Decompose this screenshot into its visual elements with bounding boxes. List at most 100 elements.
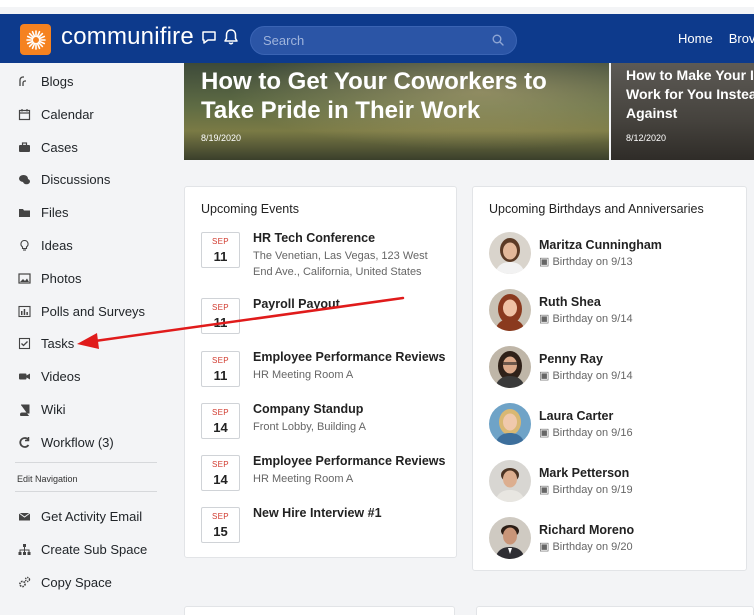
bell-icon[interactable]: [222, 28, 240, 46]
avatar[interactable]: [489, 289, 531, 331]
event-title[interactable]: Employee Performance Reviews: [253, 350, 445, 364]
event-title[interactable]: Company Standup: [253, 402, 363, 416]
avatar[interactable]: [489, 346, 531, 388]
birthday-item[interactable]: Ruth Shea ▣ Birthday on 9/14: [489, 289, 739, 331]
birthday-detail: ▣ Birthday on 9/16: [539, 426, 633, 439]
sidebar-item-label: Files: [41, 204, 69, 220]
top-navigation-bar: communifire Home Brov: [0, 14, 754, 63]
video-camera-icon: [17, 369, 31, 383]
birthday-date: Birthday on 9/13: [552, 256, 633, 268]
person-name[interactable]: Maritza Cunningham: [539, 238, 662, 252]
sidebar-item-polls[interactable]: Polls and Surveys: [17, 301, 145, 321]
sidebar-action-create-sub-space[interactable]: Create Sub Space: [17, 539, 147, 559]
event-location: HR Meeting Room A: [253, 473, 354, 485]
featured-article-title[interactable]: How to Make Your Intranet Work for You I…: [626, 66, 754, 123]
event-date-badge: SEP 11: [201, 351, 240, 387]
sidebar-item-label: Videos: [41, 368, 81, 384]
event-title[interactable]: HR Tech Conference: [253, 231, 375, 245]
birthday-detail: ▣ Birthday on 9/20: [539, 540, 633, 553]
avatar[interactable]: [489, 403, 531, 445]
featured-article-banner-2[interactable]: How to Make Your Intranet Work for You I…: [611, 63, 754, 160]
birthday-item[interactable]: Mark Petterson ▣ Birthday on 9/19: [489, 460, 739, 502]
birthday-detail: ▣ Birthday on 9/19: [539, 483, 633, 496]
birthday-item[interactable]: Penny Ray ▣ Birthday on 9/14: [489, 346, 739, 388]
book-icon: [17, 402, 31, 416]
sidebar-item-photos[interactable]: Photos: [17, 268, 81, 288]
briefcase-icon: [17, 140, 31, 154]
person-name[interactable]: Mark Petterson: [539, 466, 629, 480]
gift-icon: ▣: [539, 541, 553, 553]
event-month: SEP: [212, 237, 229, 246]
avatar[interactable]: [489, 460, 531, 502]
event-title[interactable]: Payroll Payout: [253, 297, 340, 311]
gift-icon: ▣: [539, 313, 553, 325]
birthday-item[interactable]: Richard Moreno ▣ Birthday on 9/20: [489, 517, 739, 559]
event-date-badge: SEP 11: [201, 232, 240, 268]
birthday-date: Birthday on 9/16: [552, 427, 633, 439]
top-nav-links: Home Brov: [678, 31, 754, 46]
birthday-date: Birthday on 9/14: [552, 313, 633, 325]
birthday-item[interactable]: Maritza Cunningham ▣ Birthday on 9/13: [489, 232, 739, 274]
sunburst-logo-mark: [25, 29, 46, 50]
card-title: Upcoming Birthdays and Anniversaries: [489, 202, 704, 216]
divider: [15, 462, 157, 463]
sidebar-item-label: Photos: [41, 270, 82, 286]
sidebar-item-label: Get Activity Email: [41, 508, 143, 524]
sidebar-item-files[interactable]: Files: [17, 202, 68, 222]
sidebar-item-videos[interactable]: Videos: [17, 366, 81, 386]
sidebar-action-activity-email[interactable]: Get Activity Email: [17, 506, 142, 526]
event-month: SEP: [212, 408, 229, 417]
event-date-badge: SEP 14: [201, 455, 240, 491]
brand-name[interactable]: communifire: [61, 23, 194, 51]
person-name[interactable]: Laura Carter: [539, 409, 613, 423]
event-title[interactable]: Employee Performance Reviews: [253, 454, 445, 468]
event-day: 14: [213, 420, 228, 435]
person-name[interactable]: Penny Ray: [539, 352, 603, 366]
person-name[interactable]: Richard Moreno: [539, 523, 634, 537]
sidebar-item-workflow[interactable]: Workflow (3): [17, 432, 114, 452]
search-icon[interactable]: [492, 34, 504, 46]
search-input[interactable]: [251, 27, 481, 54]
featured-article-title[interactable]: How to Get Your Coworkers to Take Pride …: [201, 68, 601, 126]
search-box[interactable]: [250, 26, 517, 55]
logo-icon[interactable]: [20, 24, 51, 55]
sidebar-item-calendar[interactable]: Calendar: [17, 104, 94, 124]
lightbulb-icon: [17, 238, 31, 252]
nav-link-home[interactable]: Home: [678, 31, 713, 46]
event-title[interactable]: New Hire Interview #1: [253, 506, 382, 520]
sidebar-item-label: Workflow (3): [41, 434, 114, 450]
sidebar-item-cases[interactable]: Cases: [17, 137, 78, 157]
avatar[interactable]: [489, 517, 531, 559]
featured-article-date: 8/19/2020: [201, 133, 242, 143]
featured-article-banner[interactable]: How to Get Your Coworkers to Take Pride …: [184, 63, 609, 160]
sidebar-item-blogs[interactable]: Blogs: [17, 71, 74, 91]
chat-icon: [17, 172, 31, 186]
birthday-detail: ▣ Birthday on 9/14: [539, 369, 633, 382]
gears-icon: [17, 575, 31, 589]
person-name[interactable]: Ruth Shea: [539, 295, 601, 309]
sidebar-item-label: Ideas: [41, 237, 73, 253]
sidebar-item-discussions[interactable]: Discussions: [17, 169, 110, 189]
sidebar-item-wiki[interactable]: Wiki: [17, 399, 66, 419]
birthday-item[interactable]: Laura Carter ▣ Birthday on 9/16: [489, 403, 739, 445]
sidebar-item-label: Polls and Surveys: [41, 303, 146, 319]
avatar[interactable]: [489, 232, 531, 274]
sidebar-item-tasks[interactable]: Tasks: [17, 333, 74, 353]
event-month: SEP: [212, 512, 229, 521]
folder-icon: [17, 205, 31, 219]
sidebar-item-ideas[interactable]: Ideas: [17, 235, 73, 255]
sidebar: Blogs Calendar Cases Discussions Files I…: [0, 63, 170, 615]
workflow-icon: [17, 435, 31, 449]
event-location: The Venetian, Las Vegas, 123 West End Av…: [253, 250, 428, 278]
featured-article-date: 8/12/2020: [626, 133, 667, 143]
image-icon: [17, 271, 31, 285]
chat-bubble-icon[interactable]: [200, 28, 218, 46]
event-day: 14: [213, 472, 228, 487]
edit-navigation-link[interactable]: Edit Navigation: [17, 474, 78, 484]
sidebar-action-copy-space[interactable]: Copy Space: [17, 572, 112, 592]
birthday-date: Birthday on 9/14: [552, 370, 633, 382]
event-date-badge: SEP 11: [201, 298, 240, 334]
sidebar-item-label: Tasks: [41, 335, 75, 351]
nav-link-browse[interactable]: Brov: [729, 31, 754, 46]
event-day: 11: [213, 368, 228, 383]
